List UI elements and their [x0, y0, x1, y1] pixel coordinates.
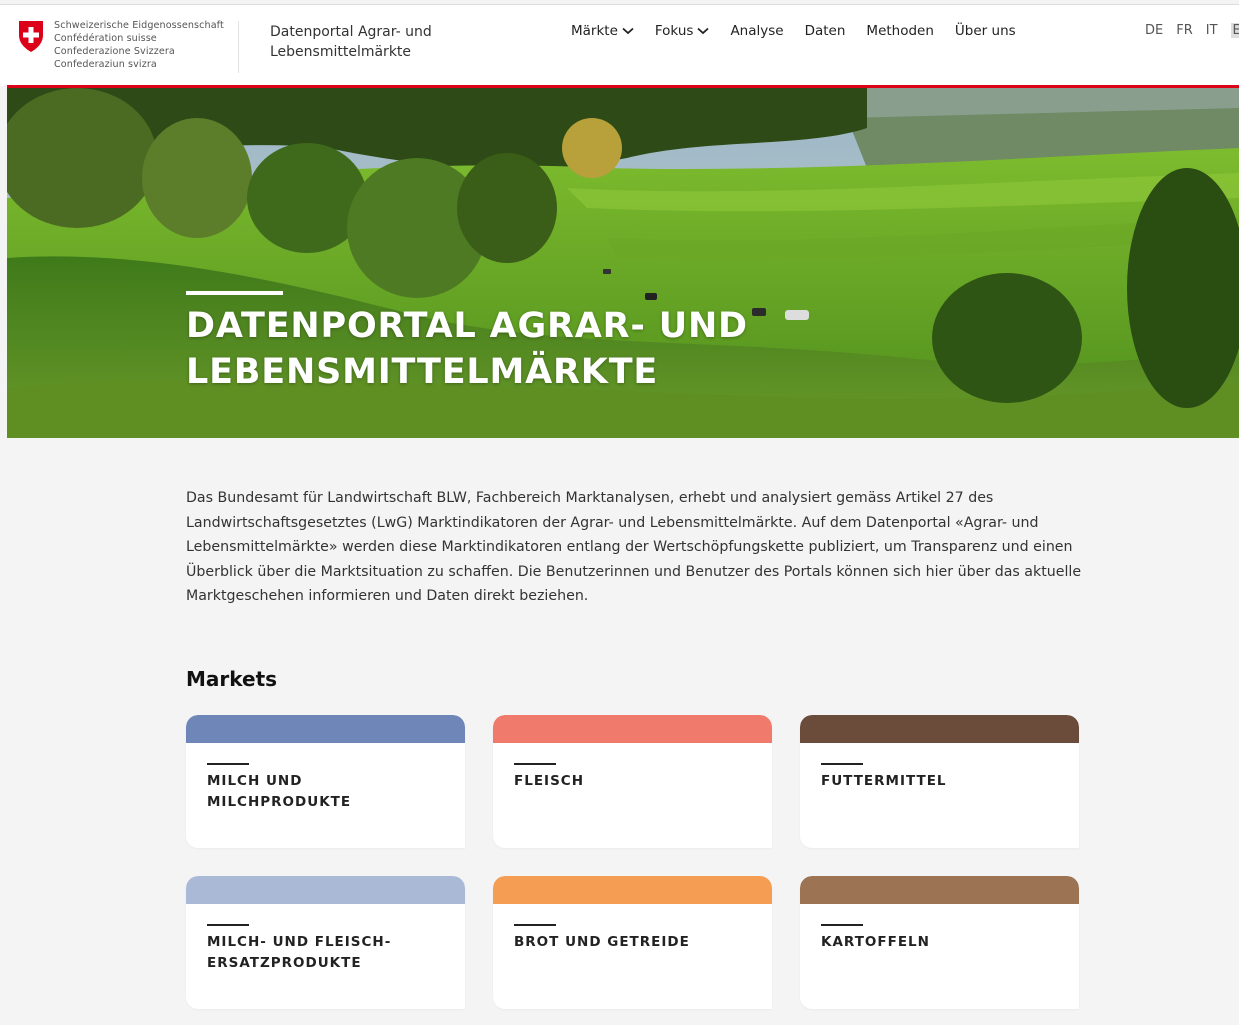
confed-line-rm: Confederaziun svizra: [54, 59, 157, 70]
card-accent-bar: [514, 924, 556, 926]
hero-title-line-1: Datenportal Agrar- und: [186, 306, 748, 346]
market-card-milch[interactable]: Milch und Milchprodukte: [186, 715, 465, 848]
card-color-band: [493, 715, 772, 743]
confederation-text: Schweizerische Eidgenossenschaft Confédé…: [54, 19, 224, 71]
confederation-logo[interactable]: Schweizerische Eidgenossenschaft Confédé…: [17, 19, 224, 71]
market-card-fleisch[interactable]: Fleisch: [493, 715, 772, 848]
market-card-ersatzprodukte[interactable]: Milch- und Fleisch-ersatzprodukte: [186, 876, 465, 1009]
lang-en[interactable]: EN: [1230, 23, 1239, 38]
card-accent-bar: [821, 763, 863, 765]
card-color-band: [493, 876, 772, 904]
chevron-down-icon: [622, 27, 634, 35]
nav-item-ueber-uns[interactable]: Über uns: [955, 23, 1016, 39]
nav-item-daten[interactable]: Daten: [805, 23, 846, 39]
nav-label: Methoden: [866, 23, 934, 39]
main-nav: Märkte Fokus Analyse Daten Methoden Über…: [571, 23, 1037, 39]
card-accent-bar: [821, 924, 863, 926]
intro-paragraph: Das Bundesamt für Landwirtschaft BLW, Fa…: [186, 490, 1082, 604]
nav-label: Märkte: [571, 23, 618, 39]
confed-line-it: Confederazione Svizzera: [54, 46, 175, 57]
confed-line-fr: Confédération suisse: [54, 33, 157, 44]
lang-de[interactable]: DE: [1145, 23, 1163, 38]
card-label: Milch- und Fleisch-ersatzprodukte: [207, 934, 392, 971]
hero-title-line-2: Lebensmittelmärkte: [186, 352, 659, 392]
nav-item-methoden[interactable]: Methoden: [866, 23, 934, 39]
site-header: Schweizerische Eidgenossenschaft Confédé…: [0, 4, 1239, 86]
card-color-band: [800, 715, 1079, 743]
card-label: Brot und Getreide: [514, 934, 690, 950]
portal-title[interactable]: Datenportal Agrar- und Lebensmittelmärkt…: [270, 22, 460, 62]
card-color-band: [186, 715, 465, 743]
language-switcher: DE FR IT EN: [1145, 23, 1239, 38]
card-color-band: [186, 876, 465, 904]
header-divider: [238, 21, 239, 73]
hero-title-bar: [186, 291, 283, 295]
nav-item-maerkte[interactable]: Märkte: [571, 23, 634, 39]
confed-line-de: Schweizerische Eidgenossenschaft: [54, 20, 224, 31]
card-accent-bar: [207, 924, 249, 926]
nav-label: Analyse: [730, 23, 784, 39]
nav-label: Über uns: [954, 23, 1016, 39]
nav-label: Fokus: [654, 23, 694, 39]
card-label: Kartoffeln: [821, 934, 930, 950]
lang-fr[interactable]: FR: [1176, 23, 1193, 38]
markets-heading: Markets: [186, 667, 278, 691]
card-label: Fleisch: [514, 773, 584, 789]
market-card-brot-getreide[interactable]: Brot und Getreide: [493, 876, 772, 1009]
card-accent-bar: [207, 763, 249, 765]
market-card-kartoffeln[interactable]: Kartoffeln: [800, 876, 1079, 1009]
card-color-band: [800, 876, 1079, 904]
card-accent-bar: [514, 763, 556, 765]
hero-title: Datenportal Agrar- und Lebensmittelmärkt…: [186, 303, 748, 395]
chevron-down-icon: [697, 27, 710, 35]
nav-item-analyse[interactable]: Analyse: [730, 23, 783, 39]
lang-it[interactable]: IT: [1206, 23, 1218, 38]
swiss-shield-icon: [19, 21, 43, 52]
nav-item-fokus[interactable]: Fokus: [655, 23, 710, 39]
nav-label: Daten: [804, 23, 846, 39]
card-label: Milch und Milchprodukte: [207, 773, 352, 810]
card-label: Futtermittel: [821, 773, 947, 789]
market-card-futtermittel[interactable]: Futtermittel: [800, 715, 1079, 848]
